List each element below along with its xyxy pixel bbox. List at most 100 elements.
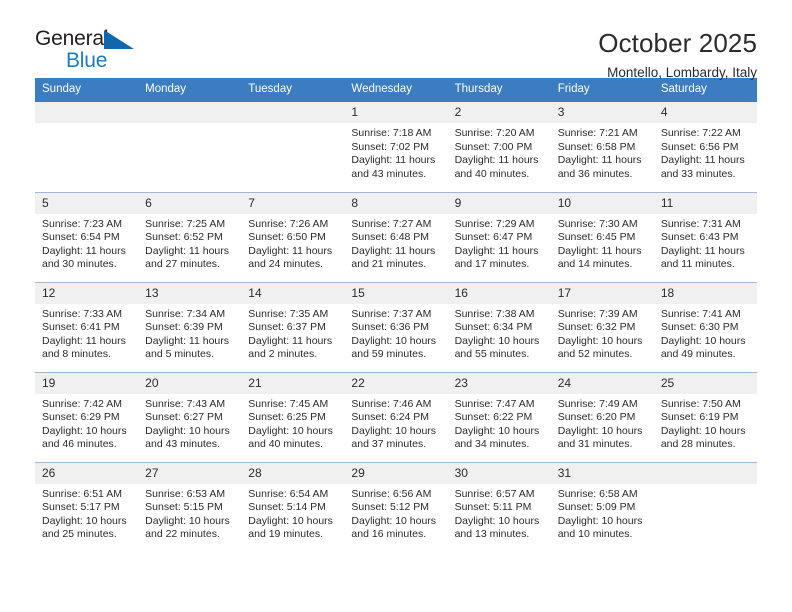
day-number: 18 — [653, 282, 757, 304]
calendar-cell-day-6[interactable]: 6 Sunrise: 7:25 AM Sunset: 6:52 PM Daylight… — [138, 191, 242, 282]
sunset-text: Sunset: 6:32 PM — [557, 321, 636, 333]
day-number — [138, 102, 242, 123]
sunset-text: Sunset: 6:22 PM — [454, 411, 533, 423]
calendar-cell-day-15[interactable]: 15 Sunrise: 7:37 AM Sunset: 6:36 PM Dayligh… — [344, 281, 448, 372]
calendar-cell-day-24[interactable]: 24 Sunrise: 7:49 AM Sunset: 6:20 PM Dayligh… — [550, 371, 654, 462]
calendar-cell-day-26[interactable]: 26 Sunrise: 6:51 AM Sunset: 5:17 PM Dayligh… — [35, 461, 139, 552]
daylight-text-cont: and 21 minutes. — [351, 258, 427, 270]
sunrise-text: Sunrise: 7:21 AM — [557, 127, 638, 139]
day-number: 17 — [550, 282, 654, 304]
weekday-header-wednesday: Wednesday — [344, 78, 448, 102]
calendar-cell-day-9[interactable]: 9 Sunrise: 7:29 AM Sunset: 6:47 PM Daylight… — [447, 191, 551, 282]
daylight-text-cont: and 14 minutes. — [557, 258, 633, 270]
day-number: 8 — [344, 192, 448, 214]
daylight-text: Daylight: 11 hours — [557, 244, 642, 257]
calendar-week-row: 1 Sunrise: 7:18 AM Sunset: 7:02 PM Daylight… — [35, 102, 757, 192]
calendar-cell-day-1[interactable]: 1 Sunrise: 7:18 AM Sunset: 7:02 PM Daylight… — [344, 102, 448, 192]
calendar-week-row: 26 Sunrise: 6:51 AM Sunset: 5:17 PM Dayligh… — [35, 461, 757, 552]
day-number: 5 — [35, 192, 139, 214]
generalblue-logo[interactable]: General Blue — [35, 27, 155, 75]
sunset-text: Sunset: 5:09 PM — [557, 501, 636, 513]
daylight-text-cont: and 49 minutes. — [660, 348, 736, 360]
page-subtitle: Montello, Lombardy, Italy — [607, 65, 757, 80]
day-sun-details: Sunrise: 7:35 AM Sunset: 6:37 PM Daylight:… — [241, 304, 344, 362]
sunrise-text: Sunrise: 6:54 AM — [248, 487, 329, 500]
calendar-cell-day-27[interactable]: 27 Sunrise: 6:53 AM Sunset: 5:15 PM Dayligh… — [138, 461, 242, 552]
calendar-cell-day-23[interactable]: 23 Sunrise: 7:47 AM Sunset: 6:22 PM Dayligh… — [447, 371, 551, 462]
daylight-text-cont: and 17 minutes. — [454, 258, 530, 270]
daylight-text-cont: and 34 minutes. — [454, 438, 530, 450]
daylight-text-cont: and 30 minutes. — [42, 258, 117, 270]
day-sun-details: Sunrise: 7:26 AM Sunset: 6:50 PM Daylight:… — [241, 214, 344, 272]
calendar-cell-day-3[interactable]: 3 Sunrise: 7:21 AM Sunset: 6:58 PM Daylight… — [550, 102, 654, 192]
calendar-cell-day-10[interactable]: 10 Sunrise: 7:30 AM Sunset: 6:45 PM Dayligh… — [550, 191, 654, 282]
day-number: 19 — [35, 372, 139, 394]
calendar-cell-day-11[interactable]: 11 Sunrise: 7:31 AM Sunset: 6:43 PM Dayligh… — [653, 191, 757, 282]
daylight-text-cont: and 25 minutes. — [42, 528, 117, 540]
daylight-text: Daylight: 11 hours — [454, 244, 539, 257]
calendar-cell-day-18[interactable]: 18 Sunrise: 7:41 AM Sunset: 6:30 PM Dayligh… — [653, 281, 757, 372]
calendar-cell-day-28[interactable]: 28 Sunrise: 6:54 AM Sunset: 5:14 PM Dayligh… — [241, 461, 345, 552]
sunset-text: Sunset: 6:39 PM — [145, 321, 223, 333]
sunset-text: Sunset: 6:54 PM — [42, 231, 120, 243]
calendar-cell-day-20[interactable]: 20 Sunrise: 7:43 AM Sunset: 6:27 PM Dayligh… — [138, 371, 242, 462]
sunrise-text: Sunrise: 7:39 AM — [557, 307, 638, 320]
daylight-text: Daylight: 10 hours — [351, 514, 437, 527]
day-sun-details: Sunrise: 7:23 AM Sunset: 6:54 PM Daylight:… — [35, 214, 138, 272]
calendar-cell-day-22[interactable]: 22 Sunrise: 7:46 AM Sunset: 6:24 PM Dayligh… — [344, 371, 448, 462]
daylight-text: Daylight: 11 hours — [351, 244, 436, 257]
calendar-cell-day-4[interactable]: 4 Sunrise: 7:22 AM Sunset: 6:56 PM Daylight… — [653, 102, 757, 192]
calendar-cell-day-21[interactable]: 21 Sunrise: 7:45 AM Sunset: 6:25 PM Dayligh… — [241, 371, 345, 462]
calendar-cell-day-7[interactable]: 7 Sunrise: 7:26 AM Sunset: 6:50 PM Daylight… — [241, 191, 345, 282]
daylight-text: Daylight: 10 hours — [351, 334, 437, 347]
sunset-text: Sunset: 6:25 PM — [248, 411, 326, 423]
day-number: 4 — [653, 102, 757, 123]
sunrise-text: Sunrise: 6:51 AM — [42, 487, 122, 500]
sunrise-text: Sunrise: 7:42 AM — [42, 397, 122, 410]
sunrise-text: Sunrise: 6:53 AM — [145, 487, 226, 500]
sunrise-text: Sunrise: 7:37 AM — [351, 307, 432, 320]
calendar-cell-day-30[interactable]: 30 Sunrise: 6:57 AM Sunset: 5:11 PM Dayligh… — [447, 461, 551, 552]
sunset-text: Sunset: 7:02 PM — [351, 140, 430, 153]
day-number: 26 — [35, 462, 139, 484]
sunrise-text: Sunrise: 7:47 AM — [454, 397, 535, 410]
day-number: 2 — [447, 102, 551, 123]
day-sun-details: Sunrise: 7:49 AM Sunset: 6:20 PM Daylight:… — [551, 394, 654, 452]
calendar-cell-day-19[interactable]: 19 Sunrise: 7:42 AM Sunset: 6:29 PM Dayligh… — [35, 371, 139, 462]
day-number: 24 — [550, 372, 654, 394]
daylight-text-cont: and 37 minutes. — [351, 438, 427, 450]
calendar-cell-day-5[interactable]: 5 Sunrise: 7:23 AM Sunset: 6:54 PM Daylight… — [35, 191, 139, 282]
sunset-text: Sunset: 6:41 PM — [42, 321, 120, 333]
daylight-text-cont: and 10 minutes. — [557, 528, 633, 540]
calendar-cell-day-31[interactable]: 31 Sunrise: 6:58 AM Sunset: 5:09 PM Dayligh… — [550, 461, 654, 552]
daylight-text: Daylight: 11 hours — [660, 244, 745, 257]
daylight-text: Daylight: 11 hours — [42, 334, 126, 347]
sunset-text: Sunset: 6:27 PM — [145, 411, 223, 423]
calendar-body: 1 Sunrise: 7:18 AM Sunset: 7:02 PM Daylight… — [35, 102, 757, 552]
sunrise-text: Sunrise: 7:43 AM — [145, 397, 226, 410]
calendar-cell-day-8[interactable]: 8 Sunrise: 7:27 AM Sunset: 6:48 PM Daylight… — [344, 191, 448, 282]
daylight-text-cont: and 11 minutes. — [660, 258, 735, 270]
daylight-text-cont: and 40 minutes. — [248, 438, 323, 450]
calendar-cell-day-29[interactable]: 29 Sunrise: 6:56 AM Sunset: 5:12 PM Dayligh… — [344, 461, 448, 552]
calendar-cell-day-16[interactable]: 16 Sunrise: 7:38 AM Sunset: 6:34 PM Dayligh… — [447, 281, 551, 372]
daylight-text: Daylight: 10 hours — [557, 334, 643, 347]
sunrise-text: Sunrise: 6:56 AM — [351, 487, 432, 500]
sunrise-text: Sunrise: 7:25 AM — [145, 217, 226, 230]
daylight-text-cont: and 28 minutes. — [660, 438, 736, 450]
sunrise-text: Sunrise: 7:41 AM — [660, 307, 741, 320]
sunset-text: Sunset: 6:37 PM — [248, 321, 326, 333]
calendar-cell-day-14[interactable]: 14 Sunrise: 7:35 AM Sunset: 6:37 PM Dayligh… — [241, 281, 345, 372]
calendar-cell-day-25[interactable]: 25 Sunrise: 7:50 AM Sunset: 6:19 PM Dayligh… — [653, 371, 757, 462]
daylight-text: Daylight: 11 hours — [454, 154, 539, 166]
calendar-cell-day-12[interactable]: 12 Sunrise: 7:33 AM Sunset: 6:41 PM Dayligh… — [35, 281, 139, 372]
day-number: 22 — [344, 372, 448, 394]
daylight-text: Daylight: 11 hours — [660, 154, 745, 166]
calendar-cell-day-17[interactable]: 17 Sunrise: 7:39 AM Sunset: 6:32 PM Dayligh… — [550, 281, 654, 372]
day-number: 9 — [447, 192, 551, 214]
calendar-cell-day-2[interactable]: 2 Sunrise: 7:20 AM Sunset: 7:00 PM Daylight… — [447, 102, 551, 192]
calendar-cell-day-13[interactable]: 13 Sunrise: 7:34 AM Sunset: 6:39 PM Dayligh… — [138, 281, 242, 372]
sunset-text: Sunset: 5:12 PM — [351, 501, 430, 513]
day-number: 23 — [447, 372, 551, 394]
day-sun-details: Sunrise: 6:57 AM Sunset: 5:11 PM Daylight:… — [448, 484, 551, 542]
